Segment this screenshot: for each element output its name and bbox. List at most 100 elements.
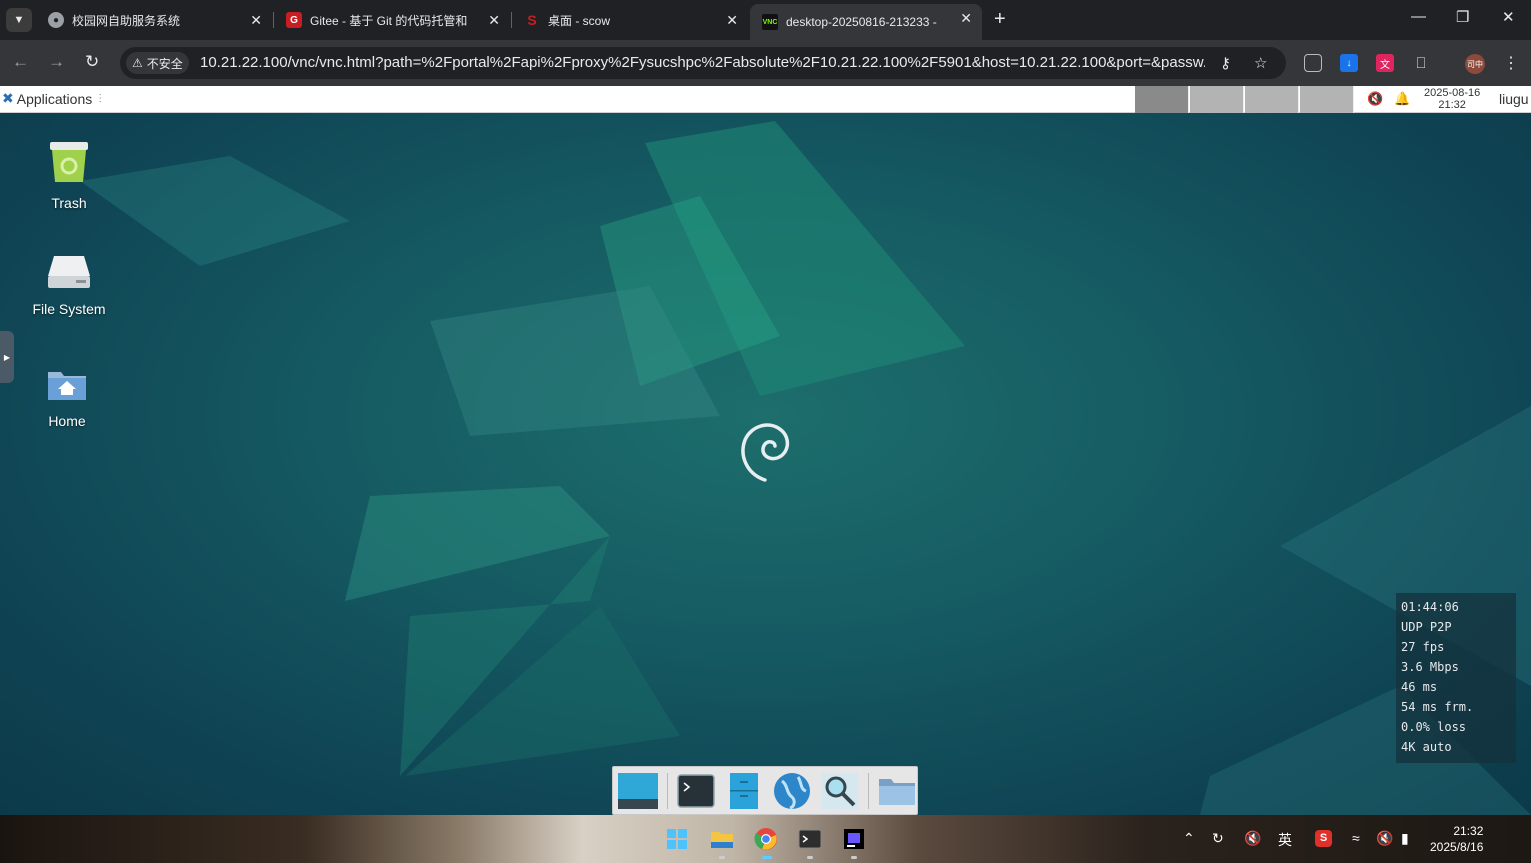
novnc-control-bar-handle[interactable]: ▶ [0,331,14,383]
icon-label: Home [48,413,86,429]
terminal-button[interactable] [676,771,716,811]
icon-label: File System [32,301,106,317]
windows-logo-icon [667,829,687,849]
file-explorer-icon [711,832,733,848]
file-explorer-button[interactable] [710,827,734,851]
wifi-icon[interactable]: ≈ [1352,830,1360,846]
expand-arrow-icon: ▶ [3,352,11,362]
xfce-top-panel: ✖ Applications ⋮ 🔇 🔔 2025-08-16 21:32 li… [0,86,1531,113]
home-folder-icon [48,372,86,400]
sogou-ime-icon[interactable]: S [1315,830,1332,847]
key-icon[interactable]: ⚷ [1220,54,1231,72]
applications-label: Applications [16,90,93,107]
stat-loss: 0.0% loss [1401,720,1467,734]
tray-mute-icon[interactable]: 🔇 [1244,830,1261,847]
stat-protocol: UDP P2P [1401,620,1452,634]
ide-taskbar-button[interactable] [842,827,866,851]
panel-clock[interactable]: 2025-08-16 21:32 [1424,87,1480,111]
extensions-icon[interactable]: ⎕ [1412,54,1430,72]
terminal-icon [677,773,715,808]
stat-quality: 4K auto [1401,740,1452,754]
forward-icon[interactable]: → [48,52,65,72]
translate-extension-icon[interactable]: 文 [1376,54,1394,72]
running-indicator [719,856,725,859]
address-bar[interactable]: ⚠ 不安全 10.21.22.100/vnc/vnc.html?path=%2F… [120,47,1286,79]
file-manager-icon [729,772,758,809]
volume-mute-icon[interactable]: 🔇 [1376,830,1393,847]
workspace-2[interactable] [1190,86,1244,113]
close-tab-icon[interactable]: ✕ [250,12,262,29]
show-desktop-button[interactable] [617,771,659,811]
stream-stats-overlay: 01:44:06 UDP P2P 27 fps 3.6 Mbps 46 ms 5… [1396,593,1516,763]
running-indicator [851,856,857,859]
download-extension-icon[interactable]: ↓ [1340,54,1358,72]
show-desktop-icon [618,772,658,809]
ime-indicator[interactable]: 英 [1278,830,1292,850]
workspace-1[interactable] [1135,86,1189,113]
avatar[interactable]: 司中 [1465,54,1485,74]
app-finder-button[interactable] [820,771,860,811]
reload-icon[interactable]: ↻ [85,52,99,72]
desktop-icon-home[interactable]: Home [17,364,117,429]
globe-icon: ● [48,12,64,28]
windows-terminal-icon [798,829,822,849]
warning-icon: ⚠ [132,56,143,70]
back-icon[interactable]: ← [12,52,29,72]
tab-vnc-desktop[interactable]: VNC desktop-20250816-213233 - ✕ [750,4,982,40]
folder-button[interactable] [877,771,917,811]
close-tab-icon[interactable]: ✕ [488,12,500,29]
applications-menu-button[interactable]: ✖ Applications ⋮ [2,90,105,107]
close-tab-icon[interactable]: ✕ [960,10,972,27]
star-icon[interactable]: ☆ [1254,54,1267,72]
trash-icon [50,142,88,182]
show-hidden-icons-chevron-icon[interactable]: ⌃ [1183,830,1195,847]
browser-toolbar: ← → ↻ ⚠ 不安全 10.21.22.100/vnc/vnc.html?pa… [0,40,1531,86]
desktop-icon-file-system[interactable]: File System [19,252,119,317]
gitee-icon: G [286,12,302,28]
user-menu[interactable]: liugu [1499,91,1529,107]
xfce-logo-icon: ✖ [2,90,14,106]
workspace-3[interactable] [1245,86,1299,113]
browser-tab-strip: ▼ ● 校园网自助服务系统 ✕ G Gitee - 基于 Git 的代码托管和 … [0,0,1531,40]
file-manager-button[interactable] [724,771,764,811]
menu-icon[interactable]: ⋮ [1502,54,1520,72]
sync-icon[interactable]: ↻ [1212,830,1224,847]
remote-desktop[interactable]: ✖ Applications ⋮ 🔇 🔔 2025-08-16 21:32 li… [0,86,1531,815]
notification-bell-icon[interactable]: 🔔 [1394,91,1410,107]
site-info-button[interactable]: ⚠ 不安全 [126,52,189,74]
restore-icon[interactable]: ❐ [1456,8,1469,26]
reader-extension-icon[interactable] [1304,54,1322,72]
scow-icon: S [527,12,537,28]
insecure-label: 不安全 [146,56,183,71]
battery-icon[interactable]: ▮ [1401,830,1409,847]
windows-taskbar: ⌃ ↻ 🔇 英 S ≈ 🔇 ▮ 21:32 2025/8/16 [0,815,1531,863]
taskbar-date: 2025/8/16 [1430,840,1484,854]
workspace-4[interactable] [1300,86,1354,113]
mute-icon[interactable]: 🔇 [1367,91,1383,107]
chrome-button[interactable] [754,827,778,851]
new-tab-icon[interactable]: + [994,8,1006,31]
tab-search-button[interactable]: ▼ [6,8,32,32]
ide-icon [844,829,864,849]
terminal-taskbar-button[interactable] [798,827,822,851]
dock-separator [667,772,668,809]
tab-scow[interactable]: S 桌面 - scow ✕ [512,6,748,34]
desktop-icon-trash[interactable]: Trash [19,138,119,211]
minimize-icon[interactable]: — [1411,8,1426,25]
taskbar-clock[interactable]: 21:32 2025/8/16 [1430,823,1483,855]
tab-gitee[interactable]: G Gitee - 基于 Git 的代码托管和 ✕ [274,6,510,34]
url-text[interactable]: 10.21.22.100/vnc/vnc.html?path=%2Fportal… [200,54,1205,71]
tab-campus-network[interactable]: ● 校园网自助服务系统 ✕ [36,6,272,34]
tab-title: 桌面 - scow [548,13,611,28]
close-window-icon[interactable]: ✕ [1502,8,1515,26]
xfce-dock [612,766,918,815]
dock-separator [868,772,869,809]
start-button[interactable] [665,827,689,851]
chrome-icon [754,828,777,850]
tab-title: 校园网自助服务系统 [72,13,181,28]
close-tab-icon[interactable]: ✕ [726,12,738,29]
folder-icon [878,778,915,805]
clock-date: 2025-08-16 [1424,87,1481,99]
web-browser-button[interactable] [772,771,812,811]
drive-icon [48,256,90,288]
